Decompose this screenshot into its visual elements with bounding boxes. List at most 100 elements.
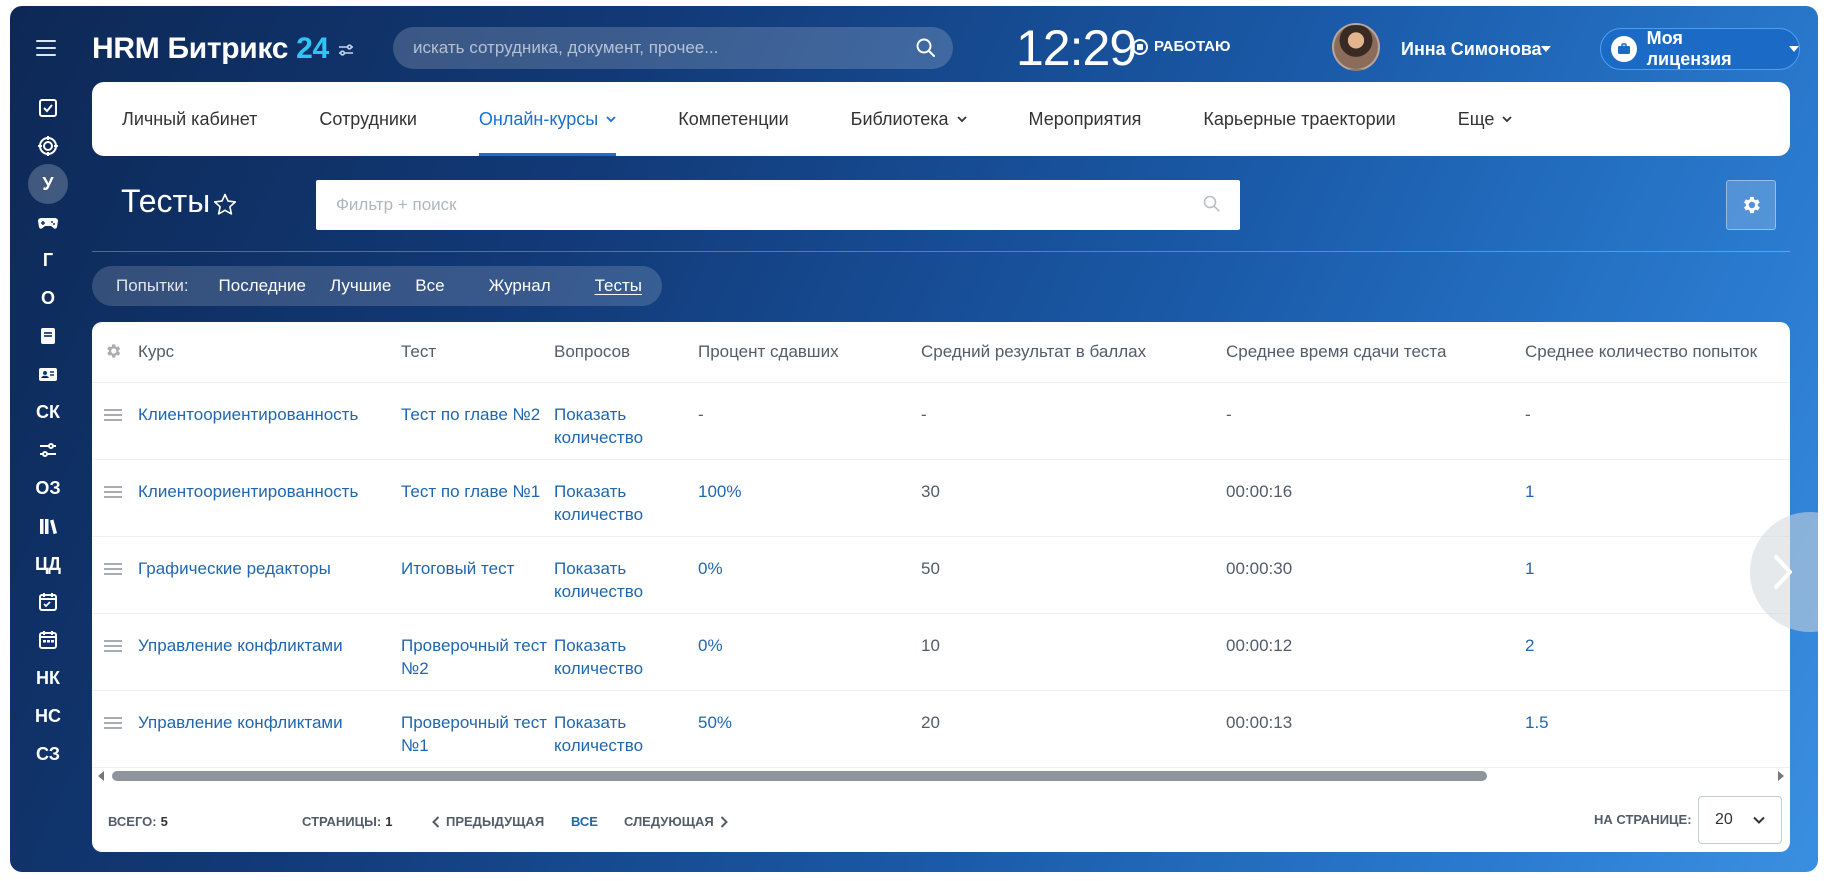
score-value: - <box>921 404 927 424</box>
global-search-input[interactable] <box>393 27 953 69</box>
test-link[interactable]: Итоговый тест <box>401 559 514 578</box>
sidebar-checkbox-icon[interactable] <box>28 88 68 128</box>
sidebar-target-icon[interactable] <box>28 126 68 166</box>
percent-value[interactable]: 0% <box>698 636 723 655</box>
column-header-percent[interactable]: Процент сдавших <box>698 322 921 383</box>
sidebar-item[interactable]: Г <box>28 240 68 280</box>
sidebar-calendar-check-icon[interactable] <box>28 582 68 622</box>
sidebar-gamepad-icon[interactable] <box>28 202 68 242</box>
show-count-link[interactable]: Показать количество <box>554 559 643 601</box>
search-icon[interactable] <box>1202 194 1222 214</box>
test-link[interactable]: Тест по главе №2 <box>401 405 540 424</box>
sidebar-item[interactable]: О <box>28 278 68 318</box>
sidebar-item[interactable]: СК <box>28 392 68 432</box>
test-link[interactable]: Проверочный тест №2 <box>401 636 547 678</box>
sidebar-calendar-icon[interactable] <box>28 620 68 660</box>
column-header-score[interactable]: Средний результат в баллах <box>921 322 1226 383</box>
scroll-left-arrow-icon[interactable] <box>98 771 104 781</box>
global-search[interactable] <box>393 27 953 69</box>
work-status-button[interactable]: РАБОТАЮ <box>1132 38 1231 55</box>
settings-toggle-icon[interactable] <box>336 40 356 60</box>
scrollbar-thumb[interactable] <box>112 771 1487 781</box>
horizontal-scrollbar[interactable] <box>92 766 1790 786</box>
nav-item[interactable]: Мероприятия <box>1029 82 1142 156</box>
drag-handle-icon[interactable] <box>104 485 122 498</box>
course-link[interactable]: Управление конфликтами <box>138 636 343 655</box>
clock[interactable]: 12:29 <box>1016 19 1137 77</box>
sidebar-item-label: У <box>42 173 54 194</box>
percent-value[interactable]: 0% <box>698 559 723 578</box>
sidebar-document-icon[interactable] <box>28 316 68 356</box>
sidebar-item[interactable]: ОЗ <box>28 468 68 508</box>
test-link[interactable]: Тест по главе №1 <box>401 482 540 501</box>
tab-best[interactable]: Лучшие <box>330 276 391 296</box>
user-menu-caret-icon[interactable] <box>1541 46 1551 52</box>
per-page-select[interactable]: 20 <box>1698 796 1782 844</box>
nav-item[interactable]: Библиотека <box>851 82 967 156</box>
show-count-link[interactable]: Показать количество <box>554 636 643 678</box>
per-page-value: 20 <box>1715 811 1733 828</box>
course-link[interactable]: Клиентоориентированность <box>138 482 358 501</box>
settings-button[interactable] <box>1726 180 1776 230</box>
attempts-value[interactable]: 1 <box>1525 482 1534 501</box>
attempts-value[interactable]: 2 <box>1525 636 1534 655</box>
sidebar-library-icon[interactable] <box>28 506 68 546</box>
course-link[interactable]: Графические редакторы <box>138 559 331 578</box>
prev-page-button[interactable]: ПРЕДЫДУЩАЯ <box>432 814 544 829</box>
avatar[interactable] <box>1332 23 1380 71</box>
next-page-button[interactable]: СЛЕДУЮЩАЯ <box>624 814 728 829</box>
column-header-time[interactable]: Среднее время сдачи теста <box>1226 322 1525 383</box>
show-count-link[interactable]: Показать количество <box>554 405 643 447</box>
percent-value[interactable]: 50% <box>698 713 732 732</box>
license-button[interactable]: Моя лицензия <box>1600 28 1800 70</box>
filter-search-input[interactable] <box>316 180 1240 230</box>
logo-number: 24 <box>296 32 329 65</box>
column-settings[interactable] <box>92 322 138 383</box>
drag-handle-icon[interactable] <box>104 408 122 421</box>
nav-item[interactable]: Еще <box>1458 82 1513 156</box>
tab-journal[interactable]: Журнал <box>489 276 551 296</box>
show-count-link[interactable]: Показать количество <box>554 482 643 524</box>
logo[interactable]: HRM Битрикс 24 <box>92 32 329 66</box>
hamburger-menu-icon[interactable] <box>36 40 56 56</box>
star-icon[interactable] <box>212 192 238 218</box>
sidebar-id-card-icon[interactable] <box>28 354 68 394</box>
time-value: 00:00:13 <box>1226 712 1293 732</box>
user-name[interactable]: Инна Симонова <box>1401 39 1542 60</box>
search-icon[interactable] <box>915 37 937 59</box>
sidebar-item[interactable]: У <box>28 164 68 204</box>
nav-item[interactable]: Личный кабинет <box>122 82 257 156</box>
gear-icon[interactable] <box>104 342 122 360</box>
tab-tests[interactable]: Тесты <box>595 276 642 296</box>
drag-handle-icon[interactable] <box>104 562 122 575</box>
attempts-value[interactable]: 1.5 <box>1525 713 1549 732</box>
nav-item[interactable]: Карьерные траектории <box>1203 82 1395 156</box>
column-header-attempts[interactable]: Среднее количество попыток <box>1525 322 1790 383</box>
sidebar-item[interactable]: НК <box>28 658 68 698</box>
percent-value[interactable]: 100% <box>698 482 741 501</box>
tab-latest[interactable]: Последние <box>219 276 306 296</box>
drag-handle-icon[interactable] <box>104 639 122 652</box>
tab-all[interactable]: Все <box>415 276 444 296</box>
column-header-test[interactable]: Тест <box>401 322 554 383</box>
sidebar-item[interactable]: ЦД <box>28 544 68 584</box>
scroll-right-arrow-icon[interactable] <box>1778 771 1784 781</box>
next-label: СЛЕДУЮЩАЯ <box>624 814 714 829</box>
course-link[interactable]: Клиентоориентированность <box>138 405 358 424</box>
test-link[interactable]: Проверочный тест №1 <box>401 713 547 755</box>
sidebar-item[interactable]: СЗ <box>28 734 68 774</box>
sidebar-item-label: ЦД <box>35 553 61 574</box>
show-count-link[interactable]: Показать количество <box>554 713 643 755</box>
column-header-course[interactable]: Курс <box>138 322 401 383</box>
course-link[interactable]: Управление конфликтами <box>138 713 343 732</box>
attempts-value[interactable]: 1 <box>1525 559 1534 578</box>
all-pages-link[interactable]: ВСЕ <box>571 814 598 829</box>
sidebar-item[interactable]: НС <box>28 696 68 736</box>
filter-search[interactable] <box>316 180 1240 230</box>
sidebar-sliders-icon[interactable] <box>28 430 68 470</box>
drag-handle-icon[interactable] <box>104 716 122 729</box>
nav-item[interactable]: Сотрудники <box>319 82 417 156</box>
nav-item[interactable]: Онлайн-курсы <box>478 82 617 156</box>
column-header-questions[interactable]: Вопросов <box>554 322 698 383</box>
nav-item[interactable]: Компетенции <box>678 82 788 156</box>
